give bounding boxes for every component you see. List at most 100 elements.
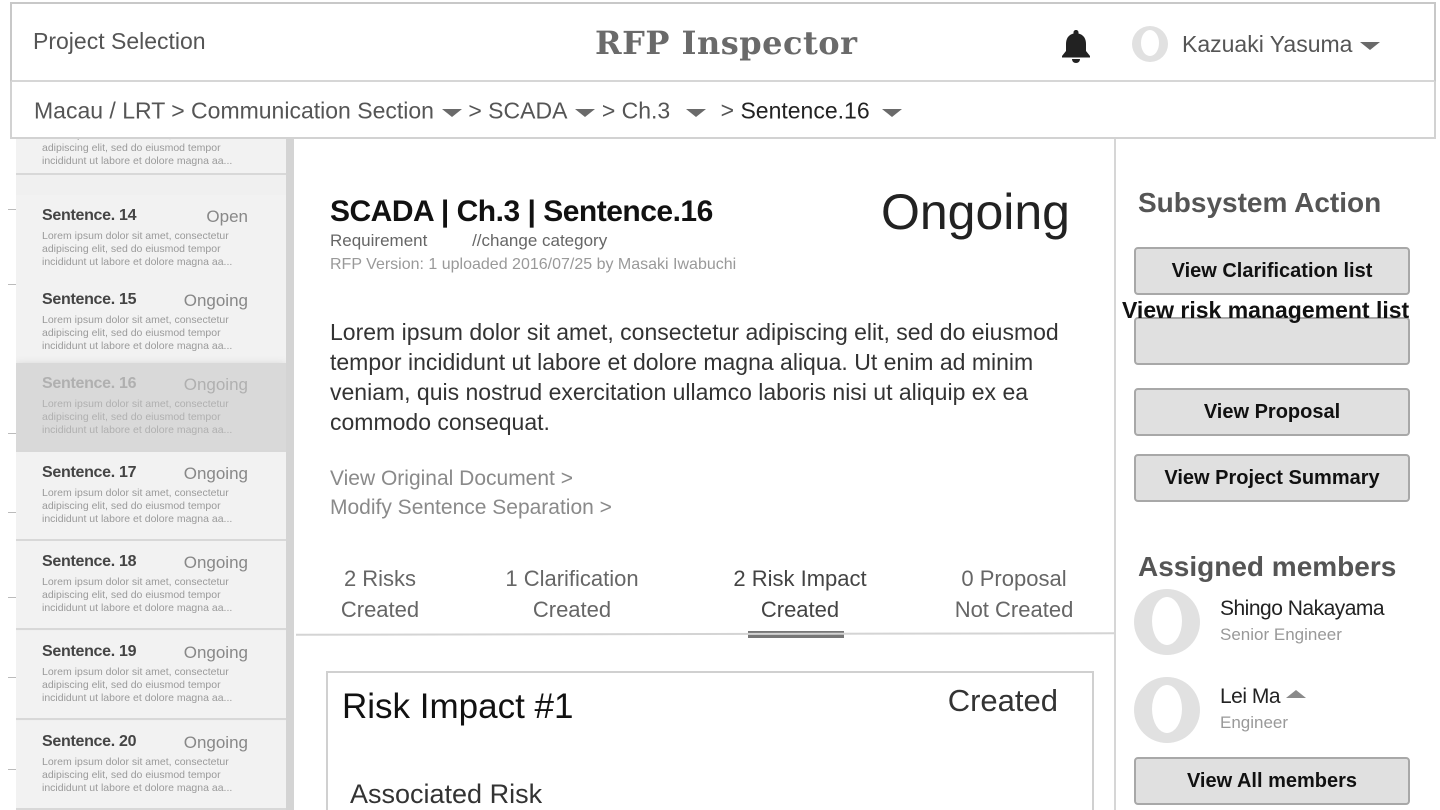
risk-impact-card: Risk Impact #1 Created Associated Risk bbox=[326, 671, 1094, 810]
tab-clarification[interactable]: 1 Clarification Created bbox=[492, 563, 652, 625]
view-risk-management-button[interactable]: View risk management list bbox=[1122, 297, 1410, 365]
chevron-down-icon[interactable] bbox=[881, 108, 902, 117]
sidebar-scrollbar[interactable] bbox=[286, 139, 294, 810]
list-item-snippet: Lorem ipsum dolor sit amet, consectetur … bbox=[42, 398, 233, 436]
list-item-title: Sentence. 16 bbox=[42, 375, 137, 392]
member-row[interactable]: Lei Ma Engineer bbox=[1134, 677, 1434, 747]
tab-count: 1 Clarification bbox=[505, 566, 639, 591]
list-item[interactable]: Sentence. 19 Ongoing Lorem ipsum dolor s… bbox=[16, 631, 286, 720]
member-name: Lei Ma bbox=[1220, 685, 1307, 709]
list-item-status: Ongoing bbox=[183, 643, 248, 662]
list-item[interactable]: Sentence. 17 Ongoing Lorem ipsum dolor s… bbox=[16, 452, 286, 541]
page-title: SCADA | Ch.3 | Sentence.16 bbox=[330, 195, 713, 228]
list-item[interactable]: Sentence. 18 Ongoing Lorem ipsum dolor s… bbox=[16, 541, 286, 630]
list-item-snippet: Lorem ipsum dolor sit amet, consectetur … bbox=[42, 576, 233, 614]
view-project-summary-button[interactable]: View Project Summary bbox=[1134, 454, 1410, 502]
user-name: Kazuaki Yasuma bbox=[1182, 30, 1353, 57]
member-role: Engineer bbox=[1220, 713, 1289, 732]
list-item[interactable]: Sentence. 20 Ongoing Lorem ipsum dolor s… bbox=[16, 721, 286, 810]
status-label: Ongoing bbox=[880, 184, 1070, 240]
chevron-down-icon[interactable] bbox=[441, 108, 462, 117]
breadcrumb-root[interactable]: Macau / LRT > bbox=[34, 97, 185, 123]
version-meta: RFP Version: 1 uploaded 2016/07/25 by Ma… bbox=[330, 256, 737, 273]
member-name: Shingo Nakayama bbox=[1220, 597, 1385, 620]
sidebar-edge bbox=[8, 139, 16, 810]
breadcrumb-section[interactable]: Communication Section bbox=[191, 97, 434, 123]
breadcrumb: Macau / LRT > Communication Section > SC… bbox=[34, 96, 902, 124]
chevron-up-icon[interactable] bbox=[1286, 690, 1307, 699]
tab-count: 2 Risks bbox=[343, 566, 417, 591]
list-item[interactable]: Lorem ipsum dolor sit amet, consectetur … bbox=[16, 139, 286, 175]
list-item-snippet: Lorem ipsum dolor sit amet, consectetur … bbox=[42, 230, 233, 268]
sentence-list[interactable]: Lorem ipsum dolor sit amet, consectetur … bbox=[16, 139, 286, 810]
tab-proposal[interactable]: 0 Proposal Not Created bbox=[938, 563, 1090, 625]
tab-risk-impact[interactable]: 2 Risk Impact Created bbox=[716, 563, 884, 625]
chevron-down-icon[interactable] bbox=[686, 108, 707, 117]
breadcrumb-separator: > bbox=[468, 97, 482, 124]
subsystem-action-heading: Subsystem Action bbox=[1138, 187, 1382, 218]
assigned-members-heading: Assigned members bbox=[1138, 551, 1397, 582]
member-role: Senior Engineer bbox=[1220, 625, 1342, 644]
divider bbox=[8, 209, 16, 210]
divider bbox=[8, 597, 16, 598]
view-all-members-button[interactable]: View All members bbox=[1134, 757, 1410, 805]
view-clarification-button[interactable]: View Clarification list bbox=[1134, 247, 1410, 295]
breadcrumb-bar: Macau / LRT > Communication Section > SC… bbox=[10, 82, 1436, 139]
tab-status: Created bbox=[340, 597, 420, 622]
avatar bbox=[1134, 677, 1200, 743]
tab-status: Created bbox=[760, 597, 840, 622]
app-title: RFP Inspector bbox=[595, 24, 858, 62]
chevron-down-icon[interactable] bbox=[575, 108, 596, 117]
modify-separation-link[interactable]: Modify Sentence Separation > bbox=[330, 496, 612, 520]
change-category-link[interactable]: //change category bbox=[472, 231, 607, 250]
category-row: Requirement //change category bbox=[330, 231, 607, 251]
card-status: Created bbox=[947, 683, 1058, 718]
divider bbox=[8, 284, 16, 285]
breadcrumb-separator: > bbox=[720, 97, 735, 124]
breadcrumb-separator: > bbox=[601, 97, 616, 124]
list-item-selected[interactable]: Sentence. 16 Ongoing Lorem ipsum dolor s… bbox=[16, 363, 286, 452]
list-item[interactable]: Sentence. 14 Open Lorem ipsum dolor sit … bbox=[16, 195, 286, 284]
card-subheading: Associated Risk bbox=[350, 779, 543, 809]
category-label: Requirement bbox=[330, 231, 428, 250]
tab-risks[interactable]: 2 Risks Created bbox=[324, 563, 436, 625]
list-item-title: Sentence. 15 bbox=[42, 291, 137, 308]
user-menu[interactable]: Kazuaki Yasuma bbox=[1132, 26, 1381, 62]
divider bbox=[8, 433, 16, 434]
view-original-link[interactable]: View Original Document > bbox=[330, 467, 573, 491]
tab-status: Not Created bbox=[954, 597, 1074, 622]
sentence-detail: SCADA | Ch.3 | Sentence.16 Ongoing Requi… bbox=[296, 139, 1114, 810]
list-item-title: Sentence. 20 bbox=[42, 733, 137, 750]
list-item-snippet: Lorem ipsum dolor sit amet, consectetur … bbox=[42, 314, 233, 352]
divider bbox=[8, 512, 16, 513]
list-item-snippet: Lorem ipsum dolor sit amet, consectetur … bbox=[42, 756, 233, 794]
action-panel: Subsystem Action View Clarification list… bbox=[1116, 139, 1440, 810]
bell-icon[interactable] bbox=[1060, 28, 1092, 64]
list-item-title: Sentence. 19 bbox=[42, 643, 137, 660]
list-item-snippet: Lorem ipsum dolor sit amet, consectetur … bbox=[42, 487, 233, 525]
tab-count: 2 Risk Impact bbox=[733, 566, 867, 591]
list-item-status: Open bbox=[206, 207, 248, 226]
project-selection-link[interactable]: Project Selection bbox=[33, 28, 206, 55]
list-item-title: Sentence. 14 bbox=[42, 207, 137, 224]
view-proposal-button[interactable]: View Proposal bbox=[1134, 388, 1410, 436]
sentence-body: Lorem ipsum dolor sit amet, consectetur … bbox=[330, 319, 1059, 435]
list-item-status: Ongoing bbox=[183, 291, 248, 310]
list-item-status: Ongoing bbox=[183, 375, 248, 394]
member-name-text: Lei Ma bbox=[1220, 685, 1281, 708]
breadcrumb-chapter[interactable]: Ch.3 bbox=[622, 97, 671, 123]
list-item[interactable]: Sentence. 15 Ongoing Lorem ipsum dolor s… bbox=[16, 279, 286, 368]
list-item-title: Sentence. 18 bbox=[42, 553, 137, 570]
list-item-status: Ongoing bbox=[183, 553, 248, 572]
list-item-snippet: Lorem ipsum dolor sit amet, consectetur … bbox=[42, 666, 233, 704]
avatar bbox=[1134, 589, 1200, 655]
breadcrumb-subsystem[interactable]: SCADA bbox=[488, 97, 567, 123]
list-item-status: Ongoing bbox=[183, 464, 248, 483]
top-bar: Project Selection RFP Inspector Kazuaki … bbox=[10, 2, 1436, 82]
breadcrumb-sentence[interactable]: Sentence.16 bbox=[740, 97, 869, 123]
list-item-title: Sentence. 17 bbox=[42, 464, 137, 481]
chevron-down-icon bbox=[1360, 42, 1381, 50]
member-row[interactable]: Shingo Nakayama Senior Engineer bbox=[1134, 589, 1434, 659]
tab-count: 0 Proposal bbox=[961, 566, 1067, 591]
user-avatar bbox=[1132, 26, 1168, 62]
